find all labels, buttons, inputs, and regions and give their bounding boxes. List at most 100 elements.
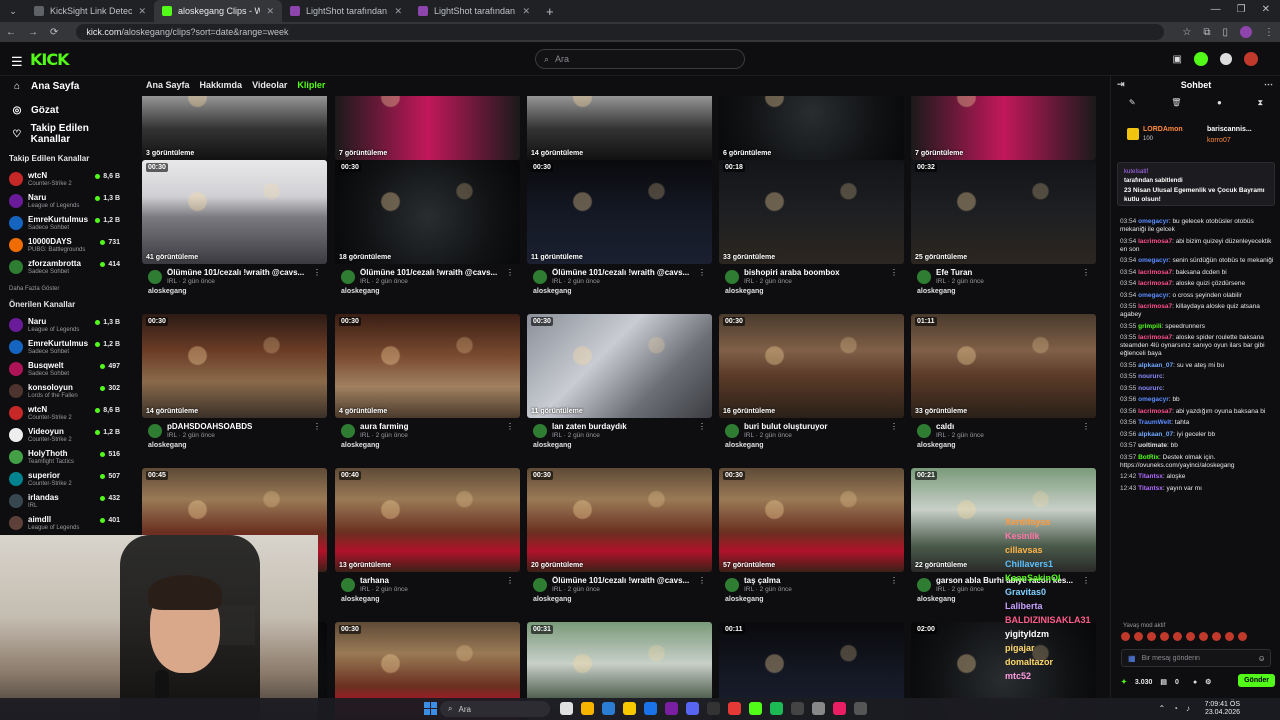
clip-thumbnail[interactable]: 00:30 11 görüntüleme xyxy=(527,314,712,418)
clip-menu-icon[interactable]: ⋮ xyxy=(1082,422,1090,431)
channel-avatar[interactable] xyxy=(148,270,162,284)
clip-channel[interactable]: aloskegang xyxy=(148,288,187,295)
clip-thumbnail[interactable]: 7 görüntüleme xyxy=(335,96,520,160)
sidebar-panel-icon[interactable]: ▯ xyxy=(1222,27,1228,38)
explorer-icon[interactable] xyxy=(623,702,636,715)
gifter3-name[interactable]: korro07 xyxy=(1207,137,1231,144)
channel-avatar[interactable] xyxy=(917,578,931,592)
clip-menu-icon[interactable]: ⋮ xyxy=(313,422,321,431)
emote-icon[interactable] xyxy=(1199,632,1208,641)
volume-icon[interactable]: ♪ xyxy=(1186,704,1190,713)
gifter2-name[interactable]: bariscannis... xyxy=(1207,126,1252,133)
discord-icon[interactable] xyxy=(686,702,699,715)
clip-channel[interactable]: aloskegang xyxy=(725,288,764,295)
clip-thumbnail[interactable]: 00:30 11 görüntüleme xyxy=(527,160,712,264)
extensions-icon[interactable]: ⧉ xyxy=(1203,27,1210,38)
clip-title[interactable]: lan zaten burdaydık xyxy=(552,422,700,431)
clip-channel[interactable]: aloskegang xyxy=(533,288,572,295)
chat-menu-icon[interactable]: ⋯ xyxy=(1264,79,1273,90)
taskbar-search[interactable]: ⌕ Ara xyxy=(440,701,550,717)
clip-title[interactable]: tarhana xyxy=(360,576,508,585)
profile-avatar[interactable] xyxy=(1240,26,1252,38)
clip-channel[interactable]: aloskegang xyxy=(341,288,380,295)
sidebar-nav-item[interactable]: ⌂ Ana Sayfa xyxy=(0,74,128,98)
clip-channel[interactable]: aloskegang xyxy=(917,596,956,603)
message-user[interactable]: lacrimosa7 xyxy=(1138,408,1172,415)
spotify-icon[interactable] xyxy=(770,702,783,715)
clip-menu-icon[interactable]: ⋮ xyxy=(698,422,706,431)
clip-channel[interactable]: aloskegang xyxy=(917,442,956,449)
message-user[interactable]: lacrimosa7 xyxy=(1138,334,1172,341)
user-avatar[interactable] xyxy=(1244,52,1258,66)
emote-icon[interactable] xyxy=(1160,632,1169,641)
message-user[interactable]: Titantsx xyxy=(1138,485,1163,492)
clip-thumbnail[interactable]: 00:30 41 görüntüleme xyxy=(142,160,327,264)
clip-menu-icon[interactable]: ⋮ xyxy=(506,422,514,431)
trash-tool-icon[interactable]: 🗑 xyxy=(1171,98,1181,112)
app-icon[interactable] xyxy=(854,702,867,715)
clip-title[interactable]: aura farming xyxy=(360,422,508,431)
tab-klipler[interactable]: Klipler xyxy=(297,80,325,90)
message-user[interactable]: alpkaan_07 xyxy=(1138,362,1173,369)
bookmark-star-icon[interactable]: ☆ xyxy=(1182,27,1191,38)
chat-settings-icon[interactable]: ⚙ xyxy=(1205,678,1211,686)
clip-thumbnail[interactable]: 7 görüntüleme xyxy=(911,96,1096,160)
network-icon[interactable]: ◔ xyxy=(1173,704,1178,713)
url-field[interactable]: kick.com/aloskegang/clips?sort=date&rang… xyxy=(76,24,1165,40)
kick-app-icon[interactable] xyxy=(749,702,762,715)
tab-videolar[interactable]: Videolar xyxy=(252,80,287,90)
clip-menu-icon[interactable]: ⋮ xyxy=(313,268,321,277)
clip-menu-icon[interactable]: ⋮ xyxy=(506,268,514,277)
app-icon[interactable] xyxy=(812,702,825,715)
sidebar-channel[interactable]: HolyThoth Teamfight Tactics 516 xyxy=(0,446,128,468)
channel-avatar[interactable] xyxy=(341,270,355,284)
reload-icon[interactable]: ⟳ xyxy=(50,27,58,38)
show-more-link[interactable]: Daha Fazla Göster xyxy=(0,282,128,296)
channel-avatar[interactable] xyxy=(725,578,739,592)
clip-menu-icon[interactable]: ⋮ xyxy=(890,576,898,585)
sidebar-channel[interactable]: wtcN Counter-Strike 2 8,6 B xyxy=(0,402,128,424)
sidebar-channel[interactable]: 10000DAYS PUBG: Battlegrounds 731 xyxy=(0,234,128,256)
tab-ana-sayfa[interactable]: Ana Sayfa xyxy=(146,80,190,90)
kick-logo[interactable]: KICK xyxy=(30,50,69,69)
browser-tab[interactable]: LightShot tarafından Ekran Gör ✕ xyxy=(282,0,410,22)
message-user[interactable]: lacrimosa7 xyxy=(1138,238,1172,245)
message-user[interactable]: uoltimate xyxy=(1138,442,1167,449)
minimize-icon[interactable]: — xyxy=(1211,4,1221,15)
clip-channel[interactable]: aloskegang xyxy=(148,442,187,449)
emote-icon[interactable] xyxy=(1134,632,1143,641)
message-user[interactable]: noururc xyxy=(1138,373,1163,380)
sidebar-channel[interactable]: superior Counter-Strike 2 507 xyxy=(0,468,128,490)
clip-title[interactable]: Ölümüne 101/cezalı !wraith @cavs... xyxy=(552,576,700,585)
message-user[interactable]: noururc xyxy=(1138,385,1163,392)
clock[interactable]: 7:09:41 ÖS 23.04.2026 xyxy=(1205,701,1240,717)
clip-thumbnail[interactable]: 00:40 13 görüntüleme xyxy=(335,468,520,572)
clip-menu-icon[interactable]: ⋮ xyxy=(1082,268,1090,277)
message-user[interactable]: Titantsx xyxy=(1138,473,1163,480)
start-button[interactable] xyxy=(424,702,437,715)
clip-thumbnail[interactable]: 3 görüntüleme xyxy=(142,96,327,160)
clip-channel[interactable]: aloskegang xyxy=(725,442,764,449)
clip-channel[interactable]: aloskegang xyxy=(533,596,572,603)
clip-thumbnail[interactable]: 00:32 25 görüntüleme xyxy=(911,160,1096,264)
points-value[interactable]: 3.030 xyxy=(1135,679,1153,686)
clip-title[interactable]: pDAHSDOAHSOABDS xyxy=(167,422,315,431)
tab-search-icon[interactable]: ⌄ xyxy=(0,6,26,17)
message-user[interactable]: TraumWelt xyxy=(1138,419,1171,426)
app-icon[interactable] xyxy=(707,702,720,715)
sidebar-channel[interactable]: Videoyun Counter-Strike 2 1,2 B xyxy=(0,424,128,446)
tray-up-icon[interactable]: ⌃ xyxy=(1158,704,1165,713)
pin-tool-icon[interactable]: ✎ xyxy=(1129,98,1136,112)
clip-thumbnail[interactable]: 00:30 18 görüntüleme xyxy=(335,160,520,264)
browser-tab[interactable]: LightShot tarafından Ekran Gör ✕ xyxy=(410,0,538,22)
sidebar-channel[interactable]: wtcN Counter-Strike 2 8,6 B xyxy=(0,168,128,190)
clip-thumbnail[interactable]: 00:30 4 görüntüleme xyxy=(335,314,520,418)
message-user[interactable]: lacrimosa7 xyxy=(1138,280,1172,287)
close-window-icon[interactable]: ✕ xyxy=(1262,4,1270,15)
clip-thumbnail[interactable]: 00:30 14 görüntüleme xyxy=(142,314,327,418)
sidebar-channel[interactable]: EmreKurtulmus Sadece Sohbet 1,2 B xyxy=(0,336,128,358)
channel-avatar[interactable] xyxy=(341,578,355,592)
kick-points-icon[interactable] xyxy=(1194,52,1208,66)
emoji-icon[interactable]: ☺ xyxy=(1258,654,1266,663)
emote-icon[interactable] xyxy=(1173,632,1182,641)
